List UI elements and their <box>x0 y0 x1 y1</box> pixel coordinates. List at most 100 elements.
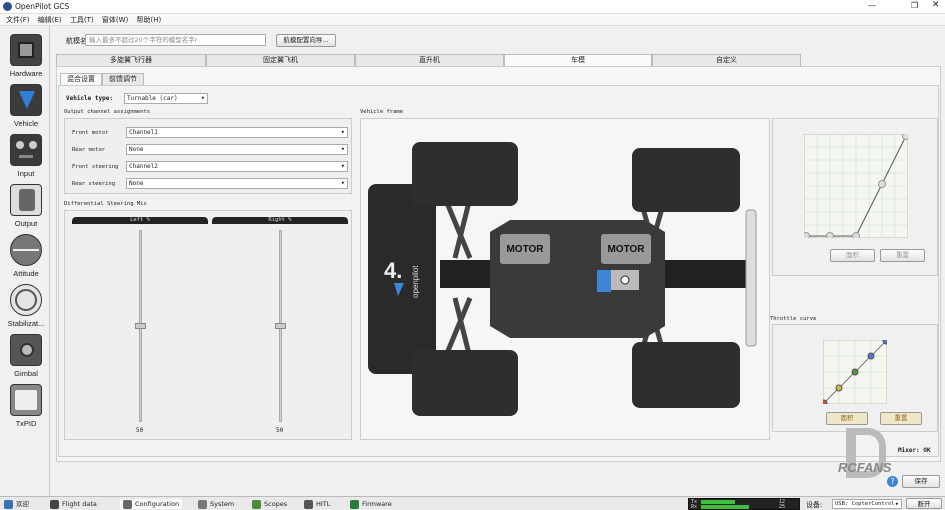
maximize-icon[interactable]: ❐ <box>911 1 918 10</box>
left-slider-header: Left % <box>72 217 208 224</box>
sidebar-item-stabilization[interactable]: Stabilizat... <box>4 284 48 328</box>
rear-steering-select[interactable]: None <box>126 178 348 189</box>
watermark-logo: RCFANS <box>836 428 898 498</box>
diff-mix-panel <box>64 210 352 440</box>
front-steering-label: Front steering <box>72 164 119 170</box>
left-slider-handle[interactable] <box>135 323 146 329</box>
right-slider-header: Right % <box>212 217 348 224</box>
tab-welcome[interactable]: 欢迎 <box>4 499 29 509</box>
sidebar-item-hardware[interactable]: Hardware <box>4 34 48 78</box>
mixer-status: Mixer: OK <box>898 447 931 454</box>
minimize-icon[interactable]: — <box>868 1 876 10</box>
tab-scopes[interactable]: Scopes <box>252 499 287 509</box>
tab-hitl[interactable]: HITL <box>304 499 330 509</box>
gamepad-icon <box>10 134 42 166</box>
help-icon[interactable]: ? <box>887 476 898 487</box>
servo-horn <box>620 275 630 285</box>
sidebar-item-attitude[interactable]: Attitude <box>4 234 48 278</box>
diff-mix-title: Differential Steering Mix <box>64 201 147 207</box>
system-icon <box>198 499 207 509</box>
horizon-icon <box>10 234 42 266</box>
tab-flight-data-label: Flight data <box>62 500 97 508</box>
hitl-icon <box>304 499 313 509</box>
sidebar-item-label: TxPID <box>15 419 37 428</box>
servo-indicator <box>597 270 611 292</box>
sidebar-item-output[interactable]: Output <box>4 184 48 228</box>
mix-curve-graph[interactable] <box>804 134 908 238</box>
throttle-curve-title: Throttle curve <box>770 316 817 322</box>
menu-bar: 文件(F) 编辑(E) 工具(T) 窗体(W) 帮助(H) <box>0 14 945 26</box>
sidebar-item-label: Attitude <box>13 269 39 278</box>
menu-help[interactable]: 帮助(H) <box>136 14 161 26</box>
tab-fixed-wing[interactable]: 固定翼飞机 <box>206 54 355 66</box>
sidebar-item-input[interactable]: Input <box>4 134 48 178</box>
tab-system-label: System <box>210 500 235 508</box>
mix-curve-reset-button[interactable]: 重置 <box>880 249 925 262</box>
rx-label: Rx <box>691 504 698 510</box>
throttle-curve-graph[interactable] <box>823 340 887 404</box>
close-icon[interactable]: ✕ <box>932 0 940 10</box>
vehicle-icon <box>10 84 42 116</box>
app-icon <box>3 2 12 11</box>
throttle-reset-button[interactable]: 重置 <box>880 412 922 425</box>
tab-multirotor[interactable]: 多旋翼飞行器 <box>56 54 206 66</box>
tab-firmware[interactable]: Firmware <box>350 499 392 509</box>
menu-edit[interactable]: 编辑(E) <box>38 14 62 26</box>
scope-icon <box>10 384 42 416</box>
motor-icon <box>10 184 42 216</box>
rx-bar <box>701 505 749 509</box>
front-bumper <box>745 209 757 347</box>
front-left-wheel <box>632 148 740 212</box>
left-slider-value: 50 <box>136 427 144 434</box>
rear-steering-label: Rear steering <box>72 181 116 187</box>
sidebar-item-label: Output <box>14 219 38 228</box>
device-select[interactable]: USB: CopterControl <box>832 499 902 509</box>
tab-system[interactable]: System <box>198 499 234 509</box>
airframe-wizard-button[interactable]: 航模配置向导... <box>276 34 336 47</box>
sidebar-item-gimbal[interactable]: Gimbal <box>4 334 48 378</box>
vehicle-type-select[interactable]: Turnable (car) <box>124 93 208 104</box>
tx-bar <box>701 500 735 504</box>
tab-mixer-settings[interactable]: 混合设置 <box>60 73 102 85</box>
save-button[interactable]: 保存 <box>902 475 940 488</box>
tab-configuration[interactable]: Configuration <box>120 499 183 509</box>
motor-rear-label: MOTOR <box>506 244 544 255</box>
tab-welcome-label: 欢迎 <box>16 500 29 508</box>
mode-tab-bar: 欢迎 Flight data Configuration System Scop… <box>0 496 945 510</box>
openpilot-mark: 4. <box>384 258 402 283</box>
front-motor-select[interactable]: Channel1 <box>126 127 348 138</box>
menu-file[interactable]: 文件(F) <box>6 14 30 26</box>
tab-flight-data[interactable]: Flight data <box>50 499 97 509</box>
tab-configuration-label: Configuration <box>135 500 180 508</box>
right-slider-handle[interactable] <box>275 323 286 329</box>
title-bar: OpenPilot GCS — ❐ ✕ <box>0 0 945 14</box>
front-steering-select[interactable]: Channel2 <box>126 161 348 172</box>
flight-icon <box>50 499 59 509</box>
rear-motor-label: Rear motor <box>72 147 106 153</box>
chip-icon <box>10 34 42 66</box>
sidebar-item-label: Gimbal <box>14 369 38 378</box>
vehicle-type-label: Vehicle type: <box>66 95 113 102</box>
airframe-name-input[interactable]: 输入最多不超过20个字符的模型名字r <box>85 34 266 46</box>
tab-scopes-label: Scopes <box>264 500 288 508</box>
throttle-default-button[interactable]: 面积 <box>826 412 868 425</box>
sidebar-item-vehicle[interactable]: Vehicle <box>4 84 48 128</box>
tab-feedforward[interactable]: 前馈调节 <box>102 73 144 85</box>
mix-curve-default-button[interactable]: 面积 <box>830 249 875 262</box>
sidebar-item-txpid[interactable]: TxPID <box>4 384 48 428</box>
tab-ground-vehicle[interactable]: 车模 <box>504 54 652 66</box>
menu-window[interactable]: 窗体(W) <box>102 14 128 26</box>
menu-tools[interactable]: 工具(T) <box>70 14 94 26</box>
disconnect-button[interactable]: 断开 <box>906 498 942 509</box>
tab-firmware-label: Firmware <box>362 500 392 508</box>
tab-helicopter[interactable]: 直升机 <box>355 54 504 66</box>
window-title: OpenPilot GCS <box>15 2 70 11</box>
tab-custom[interactable]: 自定义 <box>652 54 801 66</box>
rear-motor-select[interactable]: None <box>126 144 348 155</box>
output-section-title: Output channel assignments <box>64 109 151 115</box>
camera-icon <box>10 334 42 366</box>
right-slider-value: 50 <box>276 427 284 434</box>
sidebar-item-label: Input <box>17 169 35 178</box>
rear-left-wheel <box>412 142 518 206</box>
motor-front-label: MOTOR <box>607 244 645 255</box>
